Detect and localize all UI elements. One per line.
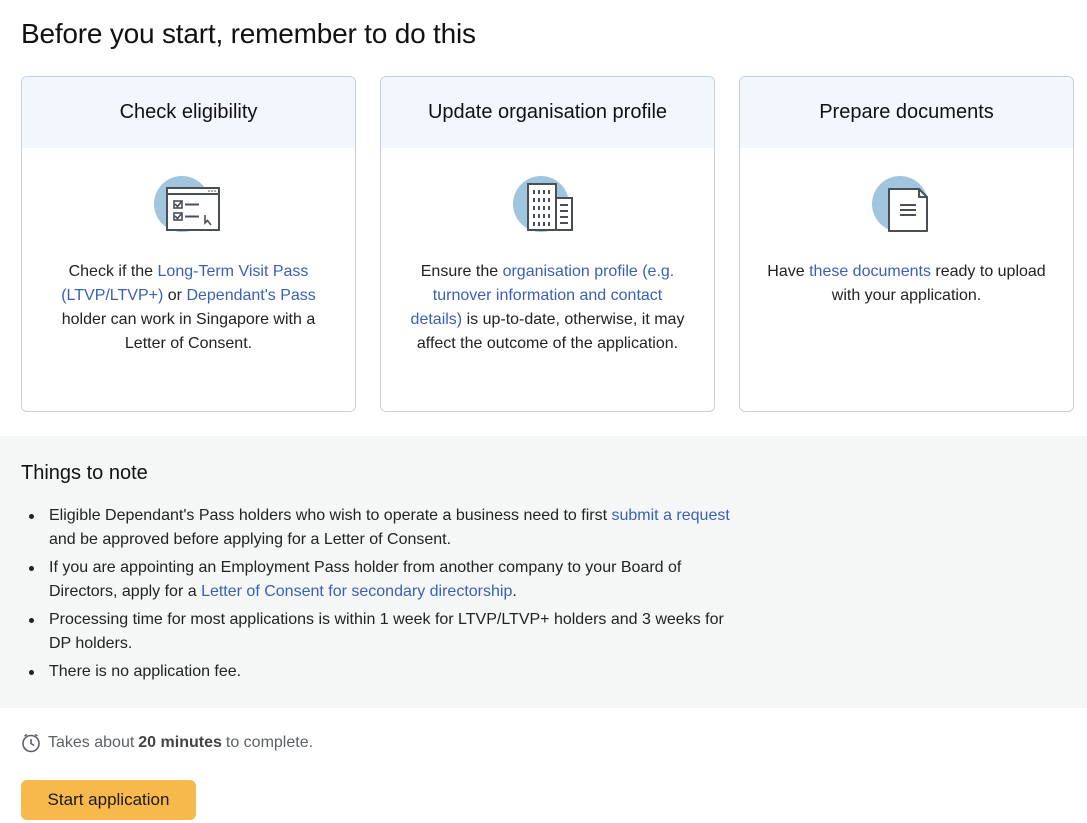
time-estimate: Takes about 20 minutes to complete. bbox=[21, 733, 313, 753]
list-item: Processing time for most applications is… bbox=[21, 608, 741, 656]
card-title: Check eligibility bbox=[22, 77, 355, 148]
checklist-icon bbox=[153, 176, 220, 232]
checklist-cards: Check eligibility Check if the Long-Term… bbox=[21, 76, 1074, 412]
things-to-note-section: Things to note Eligible Dependant's Pass… bbox=[0, 436, 1087, 708]
notes-title: Things to note bbox=[21, 462, 148, 484]
card-title: Prepare documents bbox=[740, 77, 1073, 148]
card-check-eligibility: Check eligibility Check if the Long-Term… bbox=[21, 76, 356, 412]
list-item: Eligible Dependant's Pass holders who wi… bbox=[21, 504, 741, 552]
card-description: Check if the Long-Term Visit Pass (LTVP/… bbox=[61, 263, 316, 352]
card-prepare-documents: Prepare documents Have these documents r… bbox=[739, 76, 1074, 412]
these-documents-link[interactable]: these documents bbox=[809, 263, 931, 280]
card-description: Have these documents ready to upload wit… bbox=[767, 263, 1046, 304]
page-title: Before you start, remember to do this bbox=[21, 18, 476, 49]
building-icon bbox=[512, 176, 573, 232]
document-icon bbox=[871, 176, 928, 232]
clock-icon bbox=[22, 733, 40, 753]
list-item: There is no application fee. bbox=[21, 660, 741, 684]
card-update-organisation-profile: Update organisation profile Ensure the o… bbox=[380, 76, 715, 412]
secondary-directorship-link[interactable]: Letter of Consent for secondary director… bbox=[201, 583, 512, 600]
notes-list: Eligible Dependant's Pass holders who wi… bbox=[21, 504, 741, 688]
card-description: Ensure the organisation profile (e.g. tu… bbox=[410, 263, 685, 352]
dependants-pass-link[interactable]: Dependant's Pass bbox=[186, 287, 315, 304]
start-application-button[interactable]: Start application bbox=[21, 780, 196, 820]
card-title: Update organisation profile bbox=[381, 77, 714, 148]
submit-request-link[interactable]: submit a request bbox=[612, 507, 730, 524]
time-value: 20 minutes bbox=[138, 734, 222, 751]
list-item: If you are appointing an Employment Pass… bbox=[21, 556, 741, 604]
